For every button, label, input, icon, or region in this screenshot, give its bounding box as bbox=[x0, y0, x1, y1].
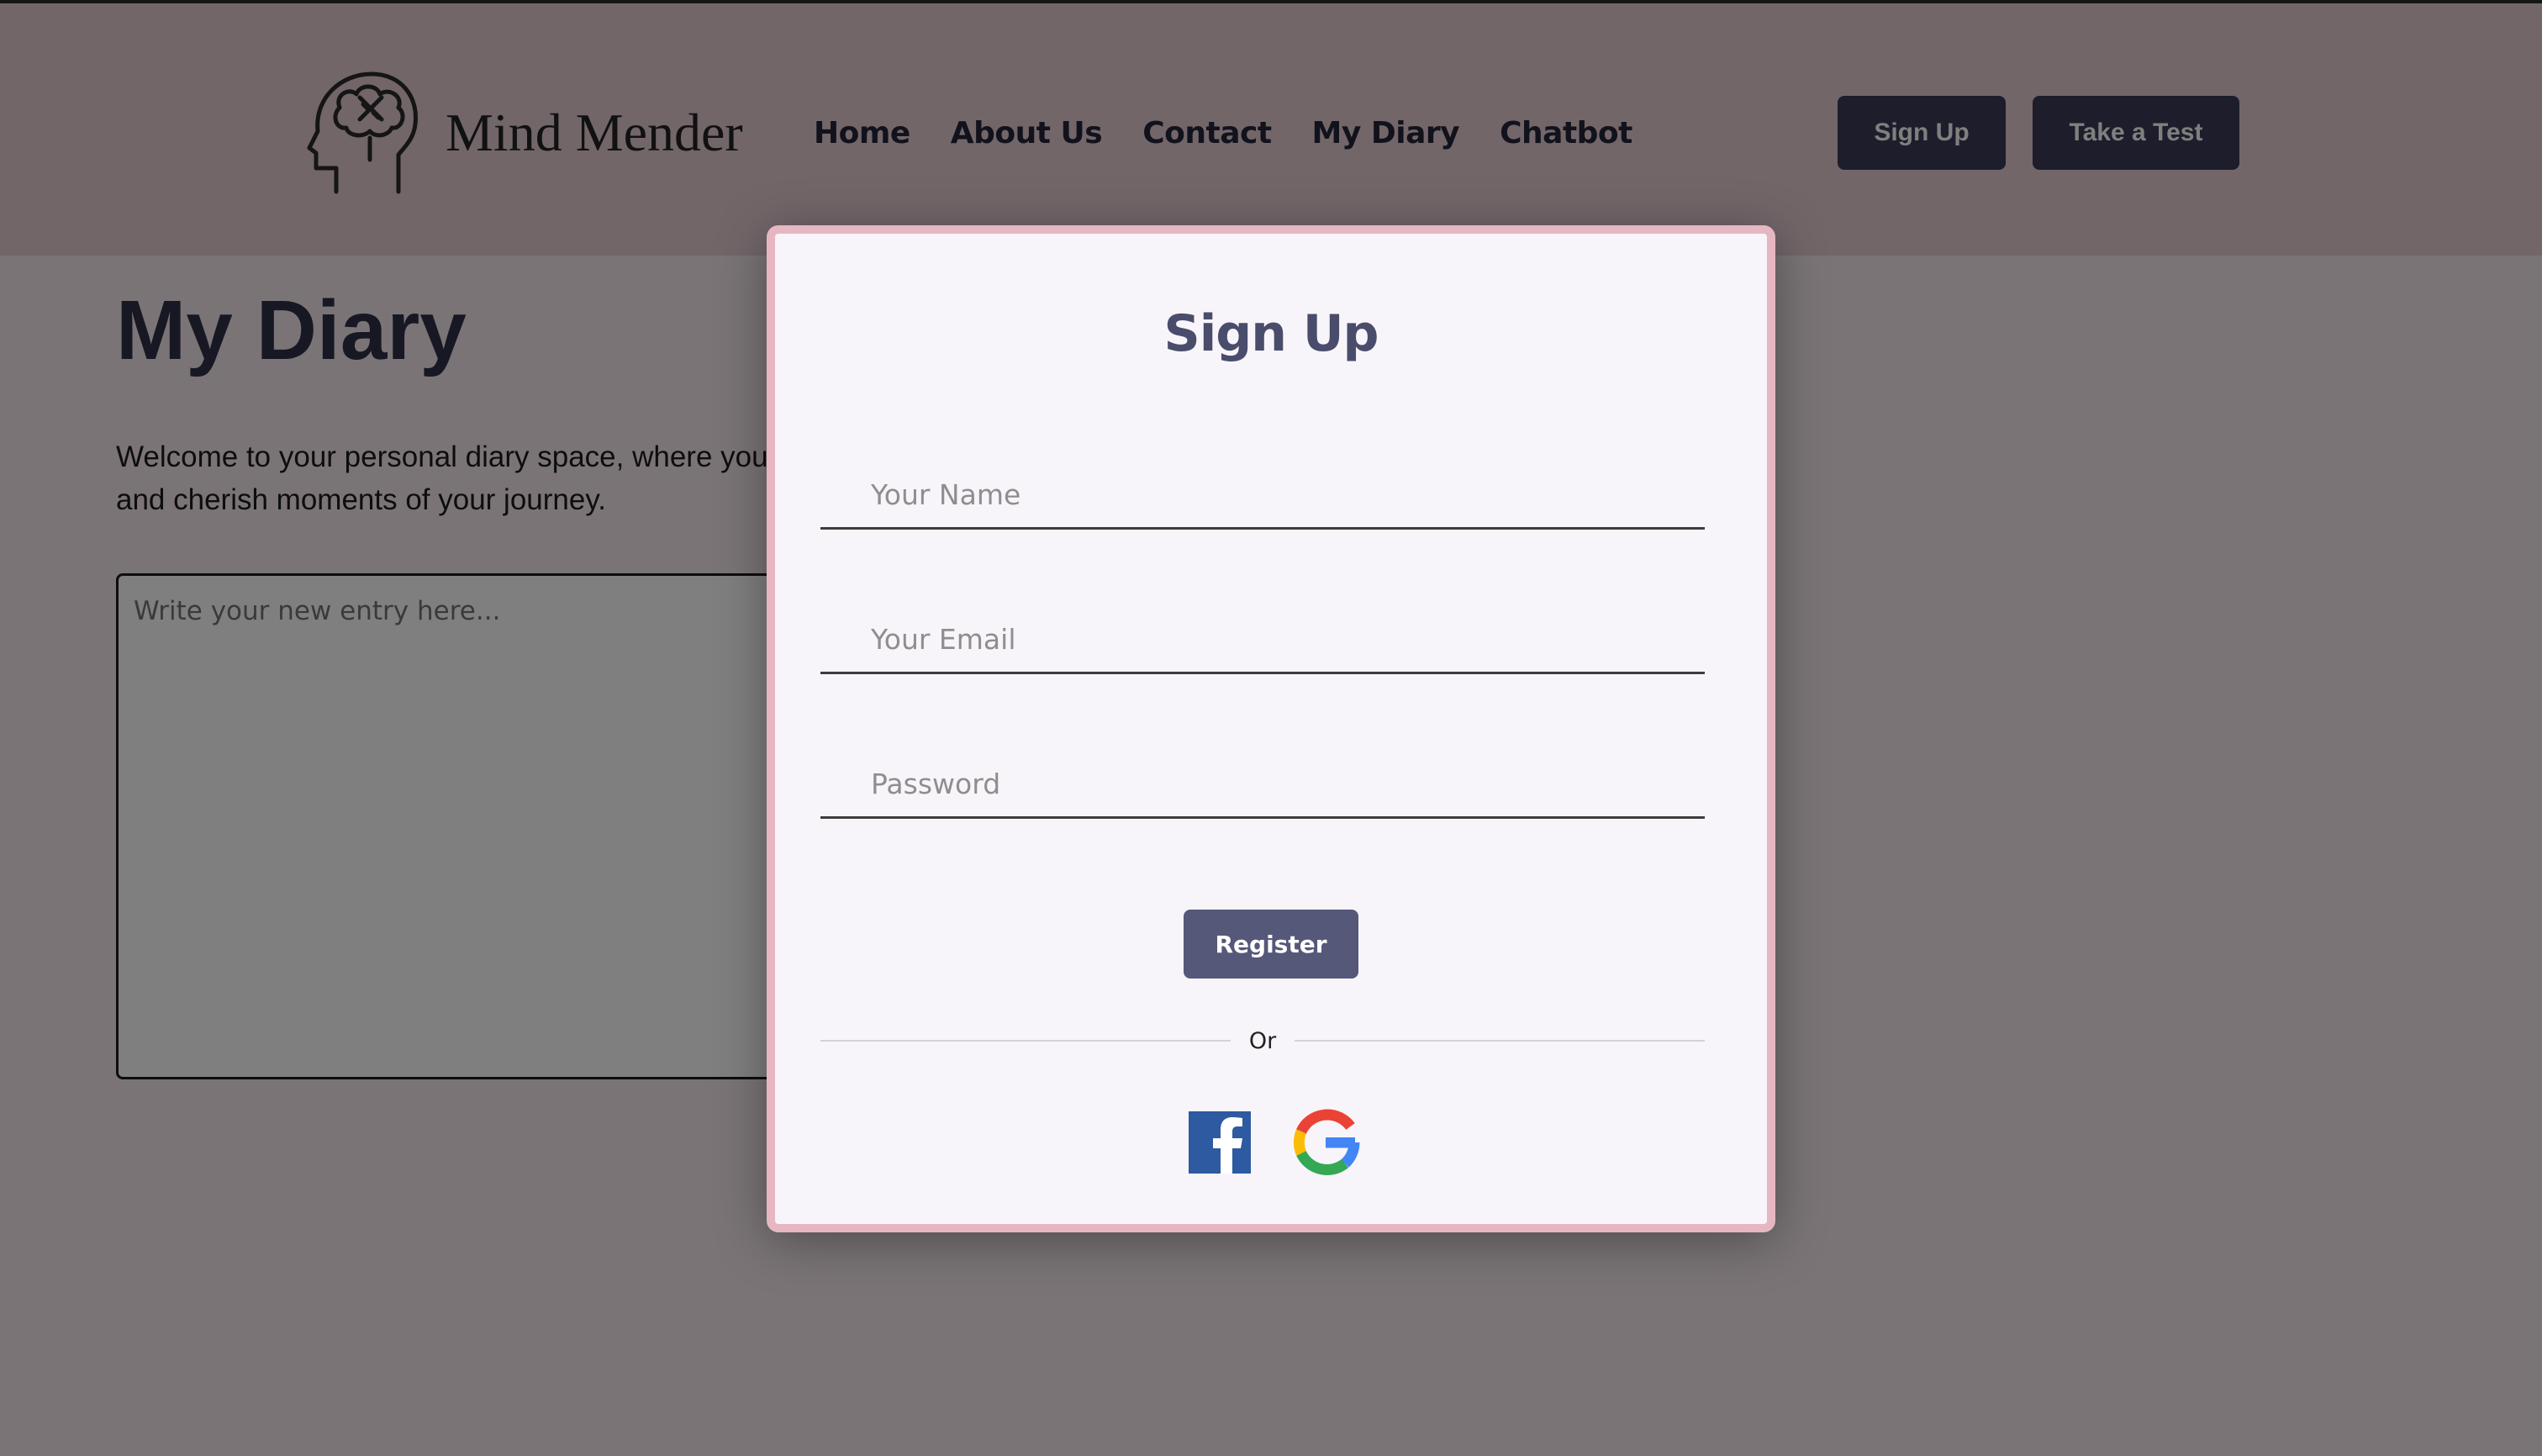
divider-line-left bbox=[820, 1040, 1231, 1042]
or-label: Or bbox=[1248, 1027, 1277, 1054]
signup-modal: Sign Up Register Or bbox=[767, 225, 1775, 1232]
password-field[interactable] bbox=[820, 752, 1705, 819]
facebook-login-button[interactable] bbox=[1185, 1108, 1254, 1177]
email-field[interactable] bbox=[820, 607, 1705, 674]
modal-title: Sign Up bbox=[1163, 304, 1379, 363]
or-divider: Or bbox=[820, 1024, 1706, 1058]
divider-line-right bbox=[1295, 1040, 1706, 1042]
facebook-icon bbox=[1189, 1111, 1251, 1174]
google-icon bbox=[1293, 1109, 1360, 1175]
google-login-button[interactable] bbox=[1291, 1108, 1360, 1177]
name-field[interactable] bbox=[820, 462, 1705, 530]
register-button[interactable]: Register bbox=[1184, 910, 1358, 979]
